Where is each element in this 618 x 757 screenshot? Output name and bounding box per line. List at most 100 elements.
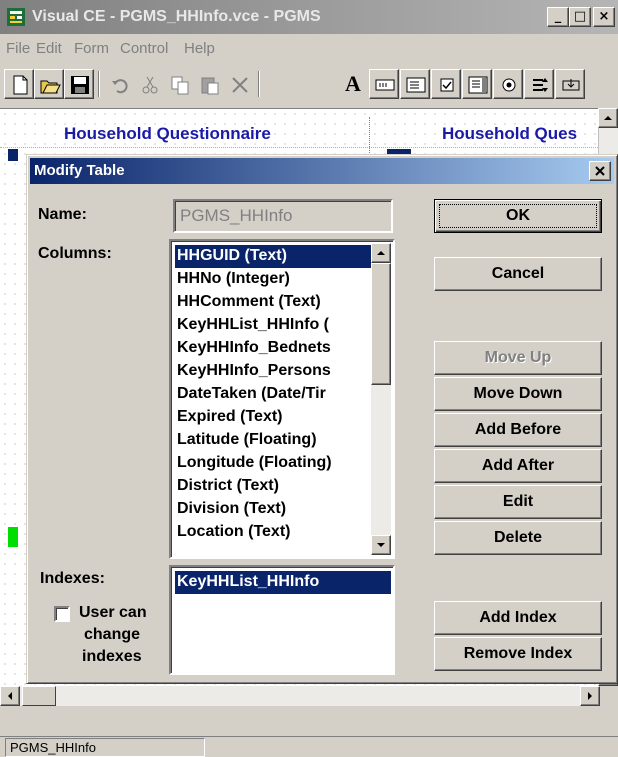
columns-listbox[interactable]: HHGUID (Text) HHNo (Integer) HHComment (… [169, 239, 395, 559]
list-item[interactable]: HHGUID (Text) [175, 245, 371, 268]
green-marker [8, 527, 18, 547]
edit-button[interactable]: Edit [434, 485, 602, 519]
scroll-down-arrow-icon [377, 543, 385, 547]
list-item[interactable]: KeyHHList_HHInfo [175, 571, 391, 594]
textbox-tool-button[interactable] [369, 69, 399, 99]
window-title: Visual CE - PGMS_HHInfo.vce - PGMS [32, 8, 321, 25]
menu-help[interactable]: Help [184, 40, 215, 57]
scissors-icon [142, 76, 158, 94]
app-icon [7, 8, 25, 26]
add-after-button[interactable]: Add After [434, 449, 602, 483]
canvas-horizontal-scrollbar[interactable] [0, 686, 600, 706]
dialog-close-button[interactable] [589, 161, 611, 181]
open-file-button[interactable] [34, 69, 64, 99]
delete-tool-button[interactable] [224, 69, 254, 99]
horizontal-scroll-thumb[interactable] [22, 686, 56, 706]
checkbox-tool-button[interactable] [431, 69, 461, 99]
list-item[interactable]: Division (Text) [177, 498, 373, 521]
copy-icon [171, 76, 189, 95]
move-down-button[interactable]: Move Down [434, 377, 602, 411]
new-file-icon [13, 75, 28, 95]
dialog-titlebar[interactable]: Modify Table [30, 158, 614, 184]
ok-button[interactable]: OK [434, 199, 602, 233]
scroll-right-arrow-icon [588, 692, 592, 700]
toolbar: A [0, 66, 618, 106]
scroll-right-button[interactable] [580, 686, 600, 706]
columns-label: Columns: [38, 245, 112, 262]
columns-scrollbar[interactable] [371, 243, 391, 555]
scroll-left-arrow-icon [8, 692, 12, 700]
menu-control[interactable]: Control [120, 40, 168, 57]
list-item[interactable]: DateTaken (Date/Tir [177, 383, 373, 406]
radio-tool-button[interactable] [493, 69, 523, 99]
window-titlebar[interactable]: Visual CE - PGMS_HHInfo.vce - PGMS _ □ × [0, 0, 618, 34]
add-before-button[interactable]: Add Before [434, 413, 602, 447]
open-folder-icon [40, 80, 61, 94]
indexes-listbox[interactable]: KeyHHList_HHInfo [169, 565, 395, 675]
list-item[interactable]: HHNo (Integer) [177, 268, 373, 291]
move-up-button[interactable]: Move Up [434, 341, 602, 375]
save-disk-icon [71, 76, 89, 94]
delete-x-icon [232, 77, 248, 93]
undo-button[interactable] [104, 69, 134, 99]
status-table-name: PGMS_HHInfo [5, 738, 205, 757]
list-item[interactable]: Expired (Text) [177, 406, 373, 429]
label-tool-button[interactable]: A [338, 69, 368, 99]
list-item[interactable]: Location (Text) [177, 521, 373, 544]
dialog-title: Modify Table [34, 162, 125, 179]
spin-tool-button[interactable] [524, 69, 554, 99]
columns-scroll-thumb[interactable] [371, 263, 391, 385]
status-bar: PGMS_HHInfo [0, 736, 618, 757]
spinner-icon [533, 78, 548, 92]
user-can-label: User can [79, 604, 147, 621]
menu-file[interactable]: File [6, 40, 30, 57]
cancel-button[interactable]: Cancel [434, 257, 602, 291]
listbox-tool-button[interactable] [462, 69, 492, 99]
scroll-up-button[interactable] [598, 108, 618, 128]
checkbox-icon [440, 78, 454, 92]
save-button[interactable] [64, 69, 94, 99]
user-can-change-indexes-checkbox[interactable] [54, 606, 70, 622]
list-item[interactable]: District (Text) [177, 475, 373, 498]
close-icon [595, 166, 605, 176]
list-item[interactable]: HHComment (Text) [177, 291, 373, 314]
list-item[interactable]: Latitude (Floating) [177, 429, 373, 452]
listbox-icon [468, 76, 488, 94]
button-tool-button[interactable] [555, 69, 585, 99]
minimize-button[interactable]: _ [547, 7, 569, 27]
columns-scroll-down-button[interactable] [371, 535, 391, 555]
name-label: Name: [38, 206, 87, 223]
menu-bar: File Edit Form Control Help [0, 34, 618, 64]
scroll-up-arrow-icon [377, 251, 385, 255]
combobox-tool-button[interactable] [400, 69, 430, 99]
paste-icon [201, 77, 219, 95]
table-name-field: PGMS_HHInfo [173, 199, 393, 233]
menu-form[interactable]: Form [74, 40, 109, 57]
list-item[interactable]: Longitude (Floating) [177, 452, 373, 475]
change-label: change [84, 626, 141, 643]
scroll-left-button[interactable] [0, 686, 20, 706]
columns-scroll-up-button[interactable] [371, 243, 391, 263]
ok-button-label: OK [506, 207, 530, 224]
list-item[interactable]: KeyHHInfo_Bednets [177, 337, 373, 360]
maximize-button[interactable]: □ [569, 7, 591, 27]
remove-index-button[interactable]: Remove Index [434, 637, 602, 671]
menu-edit[interactable]: Edit [36, 40, 62, 57]
list-item[interactable]: KeyHHList_HHInfo ( [177, 314, 373, 337]
modify-table-dialog: Modify Table Name: PGMS_HHInfo Columns: … [26, 154, 618, 684]
indexes-sublabel: indexes [82, 648, 142, 665]
delete-button[interactable]: Delete [434, 521, 602, 555]
radio-button-icon [502, 78, 516, 92]
paste-button[interactable] [194, 69, 224, 99]
list-item[interactable]: KeyHHInfo_Persons [177, 360, 373, 383]
cut-button[interactable] [134, 69, 164, 99]
close-button[interactable]: × [593, 7, 615, 27]
copy-button[interactable] [164, 69, 194, 99]
new-file-button[interactable] [4, 69, 34, 99]
form-label-household-ques[interactable]: Household Ques [442, 124, 577, 144]
combobox-icon [406, 77, 426, 93]
scroll-up-arrow-icon [604, 116, 612, 120]
add-index-button[interactable]: Add Index [434, 601, 602, 635]
command-button-icon [562, 79, 580, 91]
form-label-household-questionnaire[interactable]: Household Questionnaire [64, 124, 271, 144]
